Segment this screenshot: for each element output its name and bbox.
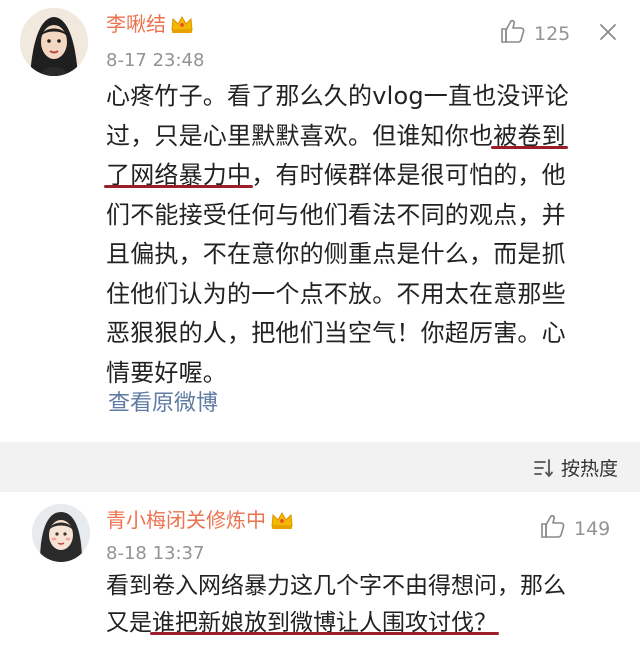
comment-text-segment: ，有时候群体是很可怕的，他 (251, 161, 566, 189)
close-x-icon[interactable] (596, 20, 620, 44)
like-button[interactable]: 125 (500, 18, 570, 49)
comment-text-segment: 看到卷入网络暴力这几个字不由得想问，那么 (106, 573, 566, 599)
sort-label[interactable]: 按热度 (561, 454, 618, 481)
comment-text-line: 恶狠狠的人，把他们当空气！你超厉害。心 (106, 314, 622, 354)
thumbs-up-icon[interactable] (540, 513, 566, 544)
underline-mark (150, 632, 499, 635)
comment-text-segment: 过，只是心里默默喜欢。但谁知你也 (106, 121, 494, 150)
crown-icon (270, 510, 294, 530)
comment-timestamp: 8-18 13:37 (106, 543, 205, 564)
comment-username[interactable]: 李啾结 (106, 12, 194, 36)
underline-mark (104, 185, 254, 188)
sort-by-hotness-button[interactable]: 按热度 (533, 454, 618, 481)
comment-text-line: 们不能接受任何与他们看法不同的观点，并 (106, 196, 622, 236)
comment-text-segment: 恶狠狠的人，把他们当空气！你超厉害。心 (106, 319, 566, 347)
comment-text-line: 心疼竹子。看了那么久的vlog一直也没评论 (106, 77, 622, 117)
like-count: 125 (534, 22, 571, 45)
comment-text-line: 且偏执，不在意你的侧重点是什么，而是抓 (106, 235, 622, 275)
comment-text-segment: 情要好喔。 (106, 358, 227, 387)
comment-username[interactable]: 青小梅闭关修炼中 (106, 508, 294, 532)
comment-text-line: 看到卷入网络暴力这几个字不由得想问，那么 (106, 568, 622, 605)
sort-icon (534, 458, 553, 477)
comment-text-segment: 且偏执，不在意你的侧重点是什么，而是抓 (106, 240, 566, 268)
comment-text-segment: 住他们认为的一个点不放。不用太在意那些 (106, 279, 566, 308)
crown-icon (170, 14, 194, 34)
comment-text-line: 过，只是心里默默喜欢。但谁知你也被卷到 (106, 117, 622, 157)
avatar[interactable] (20, 8, 88, 76)
comment-timestamp: 8-17 23:48 (106, 50, 205, 71)
like-button[interactable]: 149 (540, 513, 610, 544)
like-count: 149 (574, 517, 611, 540)
avatar[interactable] (32, 504, 90, 562)
underline-mark (491, 145, 568, 149)
comment-text-line: 住他们认为的一个点不放。不用太在意那些 (106, 275, 622, 315)
comment-body: 心疼竹子。看了那么久的vlog一直也没评论过，只是心里默默喜欢。但谁知你也被卷到… (104, 77, 622, 393)
comment-thread: 李啾结 8-17 23:48 125 心疼竹子。看了那么久的vlog一直也没评论… (0, 0, 640, 647)
comment-text-segment: 们不能接受任何与他们看法不同的观点，并 (106, 200, 566, 229)
comment-text-line: 又是谁把新娘放到微博让人围攻讨伐？ (106, 605, 622, 642)
sort-bar: 按热度 (0, 442, 640, 492)
view-original-link[interactable]: 查看原微博 (108, 388, 218, 420)
comment-text-segment: 心疼竹子。看了那么久的vlog一直也没评论 (106, 82, 569, 110)
comment-body: 看到卷入网络暴力这几个字不由得想问，那么又是谁把新娘放到微博让人围攻讨伐？ (106, 568, 622, 642)
comment-text-segment: 又是 (106, 610, 152, 636)
thumbs-up-icon[interactable] (500, 18, 526, 49)
comment-text-line: 了网络暴力中，有时候群体是很可怕的，他 (106, 156, 622, 196)
